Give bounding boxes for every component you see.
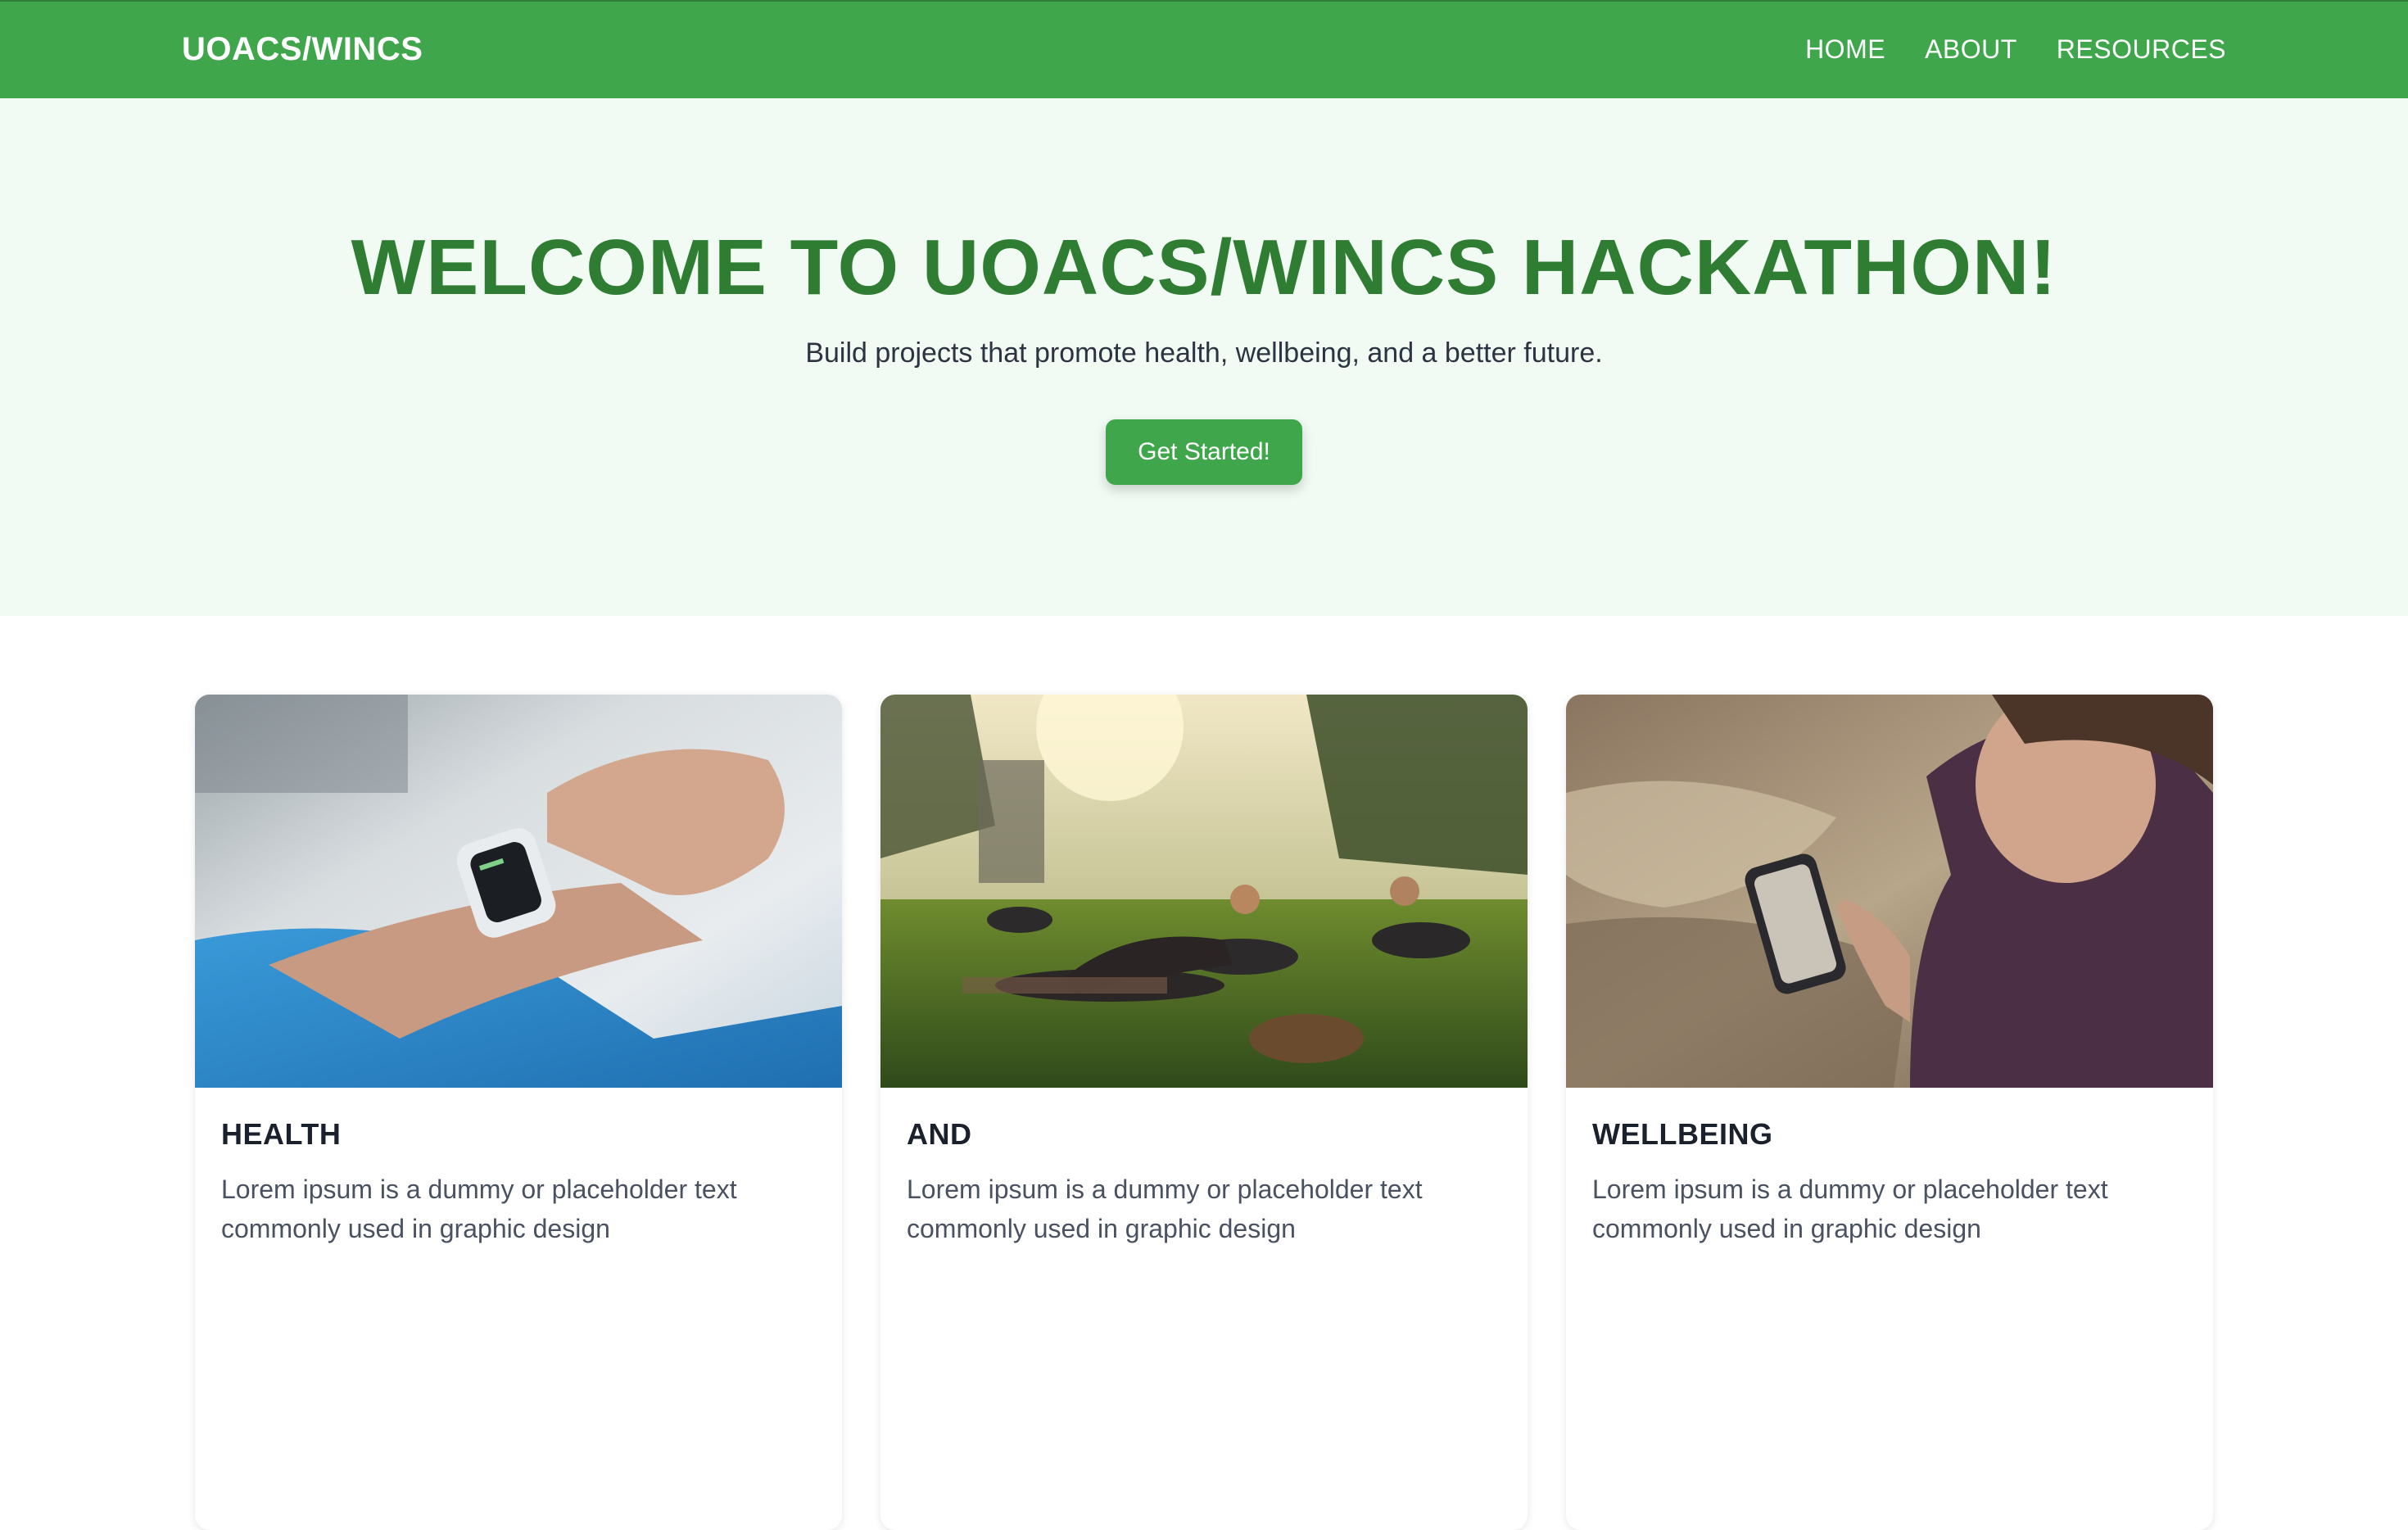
outdoor-yoga-photo [880, 695, 1528, 1088]
phone-in-field-photo [1566, 695, 2213, 1088]
card-title: AND [907, 1117, 972, 1151]
top-navbar: UOACS/WINCS HOME ABOUT RESOURCES [0, 0, 2408, 98]
get-started-button[interactable]: Get Started! [1106, 419, 1302, 485]
card-and: AND Lorem ipsum is a dummy or placeholde… [880, 695, 1528, 1530]
card-description: Lorem ipsum is a dummy or placeholder te… [221, 1175, 737, 1243]
hero-subtitle: Build projects that promote health, well… [805, 337, 1603, 369]
card-title: HEALTH [221, 1117, 342, 1151]
card-wellbeing: WELLBEING Lorem ipsum is a dummy or plac… [1566, 695, 2213, 1530]
brand-logo-text[interactable]: UOACS/WINCS [182, 31, 423, 68]
card-description: Lorem ipsum is a dummy or placeholder te… [1592, 1175, 2108, 1243]
card-description: Lorem ipsum is a dummy or placeholder te… [907, 1175, 1423, 1243]
nav-links: HOME ABOUT RESOURCES [1805, 34, 2226, 65]
hero-title: WELCOME TO UOACS/WINCS HACKATHON! [351, 224, 2057, 311]
hero-section: WELCOME TO UOACS/WINCS HACKATHON! Build … [0, 98, 2408, 616]
nav-link-about[interactable]: ABOUT [1925, 34, 2017, 65]
nav-link-resources[interactable]: RESOURCES [2057, 34, 2226, 65]
smartwatch-photo [195, 695, 842, 1088]
card-title: WELLBEING [1592, 1117, 1773, 1151]
card-health: HEALTH Lorem ipsum is a dummy or placeho… [195, 695, 842, 1530]
nav-link-home[interactable]: HOME [1805, 34, 1885, 65]
